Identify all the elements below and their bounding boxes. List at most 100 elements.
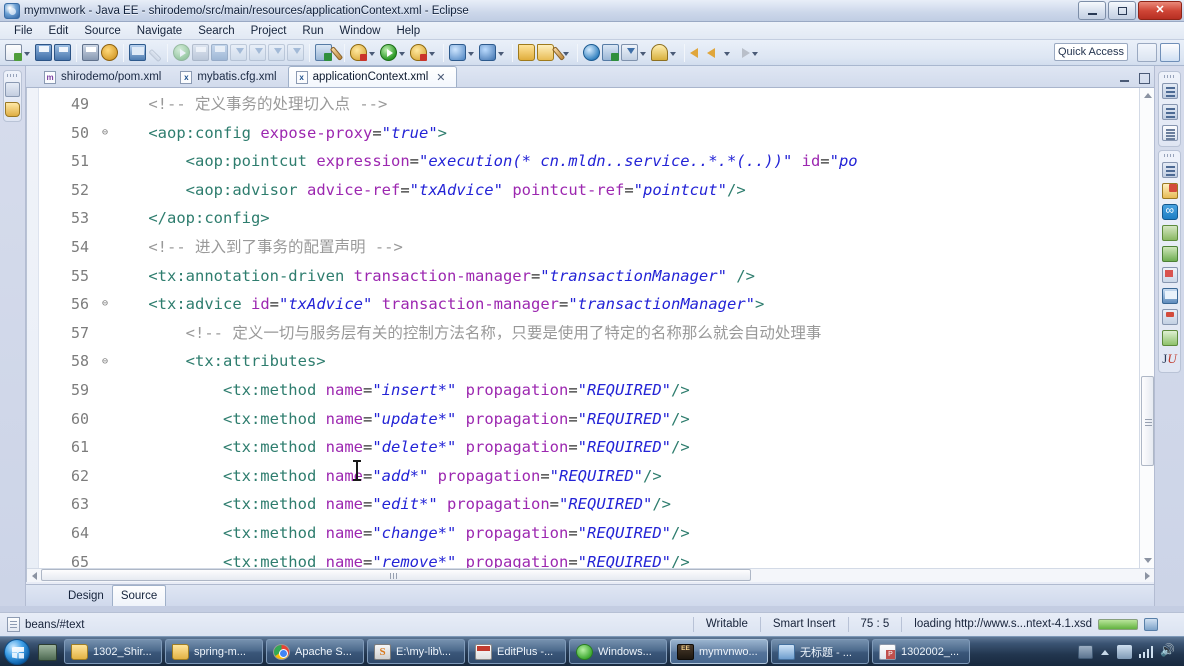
vertical-scroll-thumb[interactable] xyxy=(1141,376,1154,466)
code-line[interactable]: 54 <!-- 进入到了事务的配置声明 --> xyxy=(27,233,1138,262)
code-line[interactable]: 58 ⊖ <tx:attributes> xyxy=(27,347,1138,376)
taskbar-item-2[interactable]: Apache S... xyxy=(266,639,364,664)
editor-tab-mybatis[interactable]: x mybatis.cfg.xml xyxy=(172,66,287,87)
perspective-icon[interactable] xyxy=(602,44,619,61)
forward-icon[interactable] xyxy=(707,46,722,59)
taskbar-item-1[interactable]: spring-m... xyxy=(165,639,263,664)
restore-view-icon[interactable] xyxy=(1161,83,1178,99)
save-icon[interactable] xyxy=(35,44,52,61)
next-annotation-icon[interactable] xyxy=(735,46,750,59)
console-view-icon[interactable] xyxy=(1161,288,1178,304)
taskbar-item-4[interactable]: EditPlus -... xyxy=(468,639,566,664)
validate-icon[interactable] xyxy=(479,44,496,61)
open-console-icon[interactable] xyxy=(129,44,146,61)
restore-view-icon[interactable] xyxy=(5,82,20,97)
ant-view-icon[interactable] xyxy=(1161,225,1178,241)
new-folder-icon[interactable] xyxy=(518,44,535,61)
horizontal-scroll-track[interactable] xyxy=(41,569,1140,582)
servers-view-icon[interactable] xyxy=(1161,309,1178,325)
taskbar-item-8[interactable]: 1302002_... xyxy=(872,639,970,664)
code-viewport[interactable]: 49 <!-- 定义事务的处理切入点 --> 50 ⊖ <aop:config ex… xyxy=(27,88,1138,568)
horizontal-scrollbar[interactable] xyxy=(27,568,1154,582)
problems-view-icon[interactable] xyxy=(1161,330,1178,346)
history-dropdown-arrow-icon[interactable] xyxy=(723,45,732,61)
code-content[interactable]: 49 <!-- 定义事务的处理切入点 --> 50 ⊖ <aop:config ex… xyxy=(27,88,1138,568)
scroll-left-button[interactable] xyxy=(27,569,41,582)
trim-handle-icon[interactable] xyxy=(7,74,18,77)
new-dropdown-arrow-icon[interactable] xyxy=(23,45,32,61)
code-line[interactable]: 57 <!-- 定义一切与服务层有关的控制方法名称，只要是使用了特定的名称那么就… xyxy=(27,319,1138,348)
coverage-dropdown-arrow-icon[interactable] xyxy=(467,45,476,61)
quick-access-input[interactable]: Quick Access xyxy=(1054,43,1128,61)
minimize-editor-icon[interactable] xyxy=(1118,71,1131,84)
open-folder-icon[interactable] xyxy=(537,44,554,61)
code-line[interactable]: 49 <!-- 定义事务的处理切入点 --> xyxy=(27,90,1138,119)
tab-source[interactable]: Source xyxy=(111,585,167,606)
taskbar-item-6[interactable]: EE mymvnwo... xyxy=(670,639,768,664)
taskbar-item-7[interactable]: 无标题 - ... xyxy=(771,639,869,664)
open-task-icon[interactable] xyxy=(315,44,332,61)
menu-project[interactable]: Project xyxy=(243,24,295,38)
menu-window[interactable]: Window xyxy=(332,24,389,38)
restore-view-icon[interactable] xyxy=(1161,162,1178,178)
next-annotation-dropdown-arrow-icon[interactable] xyxy=(751,45,760,61)
horizontal-scroll-thumb[interactable] xyxy=(41,569,751,581)
svn-repositories-icon[interactable] xyxy=(1161,246,1178,262)
project-explorer-icon[interactable] xyxy=(5,102,20,117)
package-explorer-icon[interactable] xyxy=(1161,183,1178,199)
menu-help[interactable]: Help xyxy=(388,24,428,38)
key-icon[interactable] xyxy=(651,44,668,61)
scroll-right-button[interactable] xyxy=(1140,569,1154,582)
menu-run[interactable]: Run xyxy=(294,24,331,38)
code-line[interactable]: 60 <tx:method name="update*" propagation… xyxy=(27,405,1138,434)
outline-view-icon[interactable] xyxy=(1161,104,1178,120)
volume-icon[interactable] xyxy=(1160,643,1175,658)
download-dropdown-arrow-icon[interactable] xyxy=(639,45,648,61)
key-dropdown-arrow-icon[interactable] xyxy=(669,45,678,61)
maximize-editor-icon[interactable] xyxy=(1137,71,1150,84)
brush-dropdown-arrow-icon[interactable] xyxy=(562,45,571,61)
menu-source[interactable]: Source xyxy=(76,24,128,38)
fold-marker-icon[interactable]: ⊖ xyxy=(99,119,111,148)
code-line[interactable]: 59 <tx:method name="insert*" propagation… xyxy=(27,376,1138,405)
debug-icon[interactable] xyxy=(410,44,427,61)
taskbar-item-0[interactable]: 1302_Shir... xyxy=(64,639,162,664)
external-tools-dropdown-arrow-icon[interactable] xyxy=(368,45,377,61)
menu-navigate[interactable]: Navigate xyxy=(129,24,190,38)
taskbar-item-5[interactable]: Windows... xyxy=(569,639,667,664)
new-wizard-icon[interactable] xyxy=(5,44,22,61)
print-icon[interactable] xyxy=(82,44,99,61)
debug-dropdown-arrow-icon[interactable] xyxy=(428,45,437,61)
code-line[interactable]: 55 <tx:annotation-driven transaction-man… xyxy=(27,262,1138,291)
bug-icon[interactable] xyxy=(101,44,118,61)
globe-icon[interactable] xyxy=(583,44,600,61)
coverage-icon[interactable] xyxy=(449,44,466,61)
scroll-down-button[interactable] xyxy=(1140,553,1154,568)
editor-tab-application-context[interactable]: x applicationContext.xml ✕ xyxy=(287,66,457,87)
start-button-icon[interactable] xyxy=(4,638,30,665)
run-icon[interactable] xyxy=(380,44,397,61)
trim-handle-icon[interactable] xyxy=(1164,75,1175,78)
open-perspective-icon[interactable] xyxy=(1137,43,1157,62)
properties-view-icon[interactable] xyxy=(1161,125,1178,141)
menu-search[interactable]: Search xyxy=(190,24,242,38)
progress-details-icon[interactable] xyxy=(1144,618,1158,631)
tab-design[interactable]: Design xyxy=(60,588,112,604)
code-line[interactable]: 53 </aop:config> xyxy=(27,204,1138,233)
network-icon[interactable] xyxy=(1116,644,1132,659)
junit-view-icon[interactable]: JU xyxy=(1162,351,1178,367)
run-dropdown-arrow-icon[interactable] xyxy=(398,45,407,61)
show-hidden-icons-icon[interactable] xyxy=(1100,645,1110,659)
minimize-button[interactable] xyxy=(1078,1,1106,20)
editor-tab-pom[interactable]: m shirodemo/pom.xml xyxy=(36,66,172,87)
menu-file[interactable]: File xyxy=(6,24,41,38)
hardware-icon[interactable] xyxy=(1077,644,1093,659)
trim-handle-icon[interactable] xyxy=(1164,154,1175,157)
fold-marker-icon[interactable]: ⊖ xyxy=(99,348,111,377)
scroll-up-button[interactable] xyxy=(1140,88,1154,103)
fold-marker-icon[interactable]: ⊖ xyxy=(99,290,111,319)
code-line[interactable]: 61 <tx:method name="delete*" propagation… xyxy=(27,433,1138,462)
selected-view-icon[interactable] xyxy=(1161,203,1178,220)
code-line[interactable]: 65 <tx:method name="remove*" propagation… xyxy=(27,548,1138,569)
java-ee-perspective-icon[interactable] xyxy=(1160,43,1180,62)
